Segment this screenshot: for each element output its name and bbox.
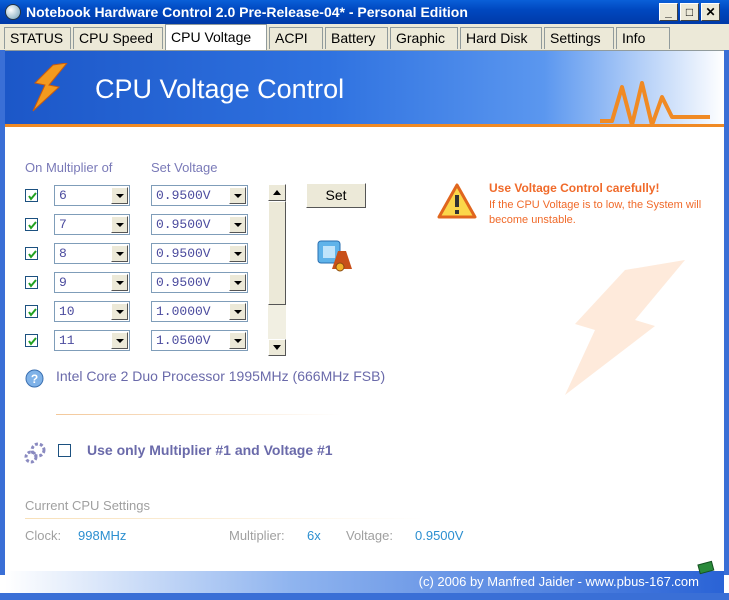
voltage-value: 1.0500V xyxy=(156,333,211,348)
voltage-select[interactable]: 0.9500V xyxy=(151,272,248,293)
multiplier-select[interactable]: 11 xyxy=(54,330,130,351)
header-banner: CPU Voltage Control xyxy=(5,51,724,125)
row-checkbox[interactable] xyxy=(25,305,38,318)
voltage-select[interactable]: 1.0000V xyxy=(151,301,248,322)
chevron-down-icon[interactable] xyxy=(111,245,128,262)
warning-text: If the CPU Voltage is to low, the System… xyxy=(489,199,702,226)
voltage-select[interactable]: 1.0500V xyxy=(151,330,248,351)
row-checkbox[interactable] xyxy=(25,218,38,231)
chevron-down-icon[interactable] xyxy=(229,274,246,291)
multiplier-select[interactable]: 8 xyxy=(54,243,130,264)
voltage-value: 1.0000V xyxy=(156,304,211,319)
app-window: Notebook Hardware Control 2.0 Pre-Releas… xyxy=(0,0,729,600)
copyright-text: (c) 2006 by Manfred Jaider - www.pbus-16… xyxy=(418,574,699,589)
chevron-down-icon[interactable] xyxy=(111,274,128,291)
row-checkbox[interactable] xyxy=(25,276,38,289)
minimize-button[interactable]: _ xyxy=(659,3,678,21)
maximize-button[interactable]: □ xyxy=(680,3,699,21)
chevron-down-icon[interactable] xyxy=(111,303,128,320)
voltage-value: 0.9500V xyxy=(156,246,211,261)
rows-scrollbar[interactable] xyxy=(268,184,286,356)
tab-settings[interactable]: Settings xyxy=(544,27,614,49)
multiplier-value-current: 6x xyxy=(307,528,321,543)
banner-underline xyxy=(5,124,724,127)
voltage-select[interactable]: 0.9500V xyxy=(151,185,248,206)
chevron-down-icon[interactable] xyxy=(111,187,128,204)
frame-bottom xyxy=(0,593,729,600)
chevron-up-icon xyxy=(273,190,281,195)
voltage-header: Set Voltage xyxy=(151,160,218,175)
help-icon[interactable]: ? xyxy=(25,369,44,388)
chevron-down-icon[interactable] xyxy=(229,216,246,233)
voltage-value-current: 0.9500V xyxy=(415,528,464,543)
set-button[interactable]: Set xyxy=(306,183,366,208)
chevron-down-icon[interactable] xyxy=(111,332,128,349)
tab-acpi[interactable]: ACPI xyxy=(269,27,323,49)
voltage-select[interactable]: 0.9500V xyxy=(151,214,248,235)
cpu-chip-icon xyxy=(317,240,352,272)
multiplier-select[interactable]: 6 xyxy=(54,185,130,206)
chevron-down-icon xyxy=(273,345,281,350)
multiplier-value: 6 xyxy=(59,188,67,203)
title-bar[interactable]: Notebook Hardware Control 2.0 Pre-Releas… xyxy=(0,0,729,24)
chevron-down-icon[interactable] xyxy=(111,216,128,233)
footer-bar: (c) 2006 by Manfred Jaider - www.pbus-16… xyxy=(5,571,724,593)
tab-battery[interactable]: Battery xyxy=(325,27,388,49)
row-checkbox[interactable] xyxy=(25,247,38,260)
multiplier-select[interactable]: 7 xyxy=(54,214,130,235)
close-button[interactable]: ✕ xyxy=(701,3,720,21)
chevron-down-icon[interactable] xyxy=(229,245,246,262)
chip-icon xyxy=(697,560,715,575)
multiplier-value: 11 xyxy=(59,333,75,348)
banner-title: CPU Voltage Control xyxy=(95,74,345,104)
app-icon xyxy=(5,4,21,20)
tab-cpu-voltage[interactable]: CPU Voltage xyxy=(165,24,267,50)
multiplier-header: On Multiplier of xyxy=(25,160,113,175)
row-checkbox[interactable] xyxy=(25,189,38,202)
voltage-value: 0.9500V xyxy=(156,217,211,232)
tab-info[interactable]: Info xyxy=(616,27,670,49)
tab-cpu-speed[interactable]: CPU Speed xyxy=(73,27,163,49)
multiplier-select[interactable]: 10 xyxy=(54,301,130,322)
multiplier-value: 7 xyxy=(59,217,67,232)
tab-bar: STATUS CPU Speed CPU Voltage ACPI Batter… xyxy=(0,24,729,51)
multiplier-value: 10 xyxy=(59,304,75,319)
current-settings-title: Current CPU Settings xyxy=(25,498,150,513)
chevron-down-icon[interactable] xyxy=(229,332,246,349)
scroll-thumb[interactable] xyxy=(268,201,286,305)
watermark-arrow-icon xyxy=(565,260,685,395)
single-multiplier-checkbox[interactable] xyxy=(58,444,71,457)
window-title: Notebook Hardware Control 2.0 Pre-Releas… xyxy=(26,4,468,20)
divider xyxy=(25,518,425,519)
chevron-down-icon[interactable] xyxy=(229,303,246,320)
multiplier-label: Multiplier: xyxy=(229,528,285,543)
warning-icon xyxy=(437,183,477,219)
voltage-label: Voltage: xyxy=(346,528,393,543)
tab-status[interactable]: STATUS xyxy=(4,27,71,49)
multiplier-select[interactable]: 9 xyxy=(54,272,130,293)
frame-left xyxy=(0,50,5,575)
svg-text:?: ? xyxy=(31,372,38,386)
gears-icon xyxy=(24,442,46,464)
tab-hard-disk[interactable]: Hard Disk xyxy=(460,27,542,49)
clock-value: 998MHz xyxy=(78,528,127,543)
lightning-arrow-icon xyxy=(32,63,68,112)
divider xyxy=(56,414,341,415)
pulse-wave-icon xyxy=(600,81,710,125)
multiplier-value: 8 xyxy=(59,246,67,261)
frame-right xyxy=(724,50,729,575)
chevron-down-icon[interactable] xyxy=(229,187,246,204)
single-multiplier-label[interactable]: Use only Multiplier #1 and Voltage #1 xyxy=(87,442,333,458)
row-checkbox[interactable] xyxy=(25,334,38,347)
warning-title: Use Voltage Control carefully! xyxy=(489,181,660,195)
voltage-value: 0.9500V xyxy=(156,188,211,203)
tab-graphic[interactable]: Graphic xyxy=(390,27,458,49)
voltage-select[interactable]: 0.9500V xyxy=(151,243,248,264)
voltage-value: 0.9500V xyxy=(156,275,211,290)
scroll-up-button[interactable] xyxy=(268,184,286,201)
multiplier-value: 9 xyxy=(59,275,67,290)
clock-label: Clock: xyxy=(25,528,62,543)
processor-info: Intel Core 2 Duo Processor 1995MHz (666M… xyxy=(56,368,386,384)
scroll-down-button[interactable] xyxy=(268,339,286,356)
